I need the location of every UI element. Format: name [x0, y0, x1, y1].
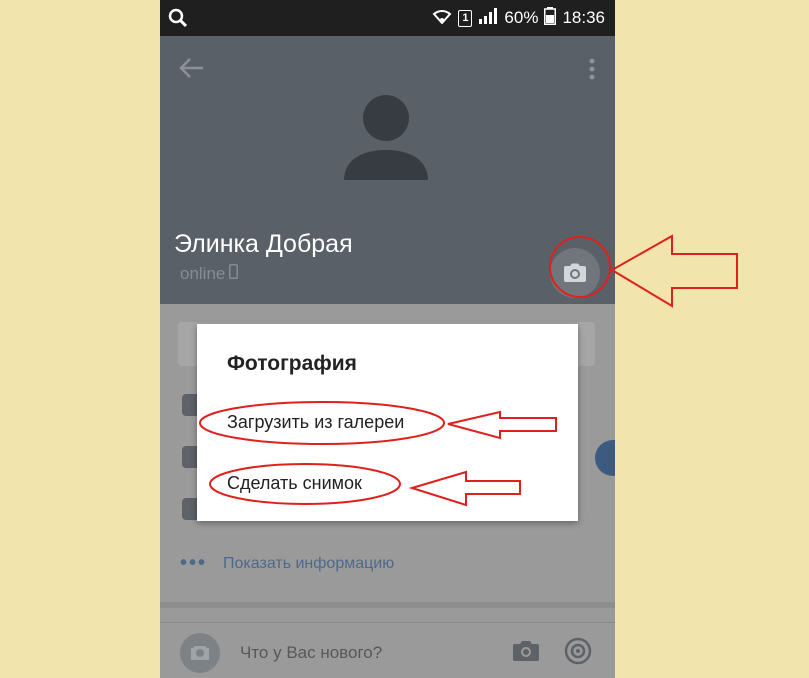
status-bar: 1 60% 18:36 [160, 0, 615, 36]
avatar [180, 633, 220, 673]
show-info-link[interactable]: Показать информацию [223, 555, 394, 573]
photo-dialog: Фотография Загрузить из галереи Сделать … [197, 324, 578, 521]
photo-thumbnail [595, 440, 615, 476]
wifi-icon [432, 8, 452, 29]
battery-icon [544, 6, 557, 30]
online-status: online [180, 264, 239, 284]
upload-from-gallery-option[interactable]: Загрузить из галереи [227, 412, 404, 433]
dialog-title: Фотография [227, 352, 357, 375]
sim-indicator: 1 [458, 9, 473, 27]
battery-percent: 60% [504, 8, 539, 27]
clock: 18:36 [562, 8, 605, 27]
new-post-bar[interactable]: Что у Вас нового? [160, 622, 615, 678]
profile-header: Элинка Добрая online [160, 36, 615, 304]
divider [160, 602, 615, 608]
person-icon [340, 94, 432, 187]
show-info-row[interactable]: ••• Показать информацию [180, 552, 394, 575]
more-vert-icon[interactable] [589, 58, 595, 85]
phone-icon [229, 264, 239, 284]
signal-icon [478, 7, 498, 29]
back-arrow-icon[interactable] [178, 56, 206, 85]
target-icon[interactable] [564, 637, 592, 670]
status-right: 1 60% 18:36 [432, 0, 605, 36]
profile-name: Элинка Добрая [174, 230, 353, 258]
online-label: online [180, 264, 226, 283]
new-post-input[interactable]: Что у Вас нового? [240, 643, 382, 663]
dots-icon: ••• [180, 552, 208, 574]
change-photo-button[interactable] [550, 248, 600, 298]
camera-icon[interactable] [512, 639, 540, 668]
annotation-arrow-camera [610, 234, 738, 308]
search-icon[interactable] [168, 8, 188, 33]
take-photo-option[interactable]: Сделать снимок [227, 473, 362, 494]
